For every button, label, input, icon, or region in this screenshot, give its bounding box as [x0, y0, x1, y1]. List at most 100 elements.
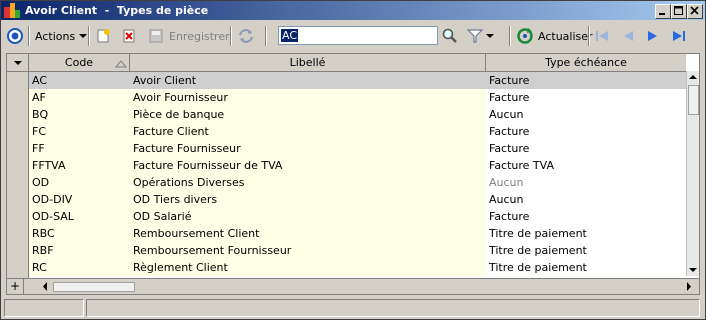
- cell-libelle: Facture Fournisseur de TVA: [133, 159, 283, 172]
- table-row[interactable]: AF Avoir Fournisseur Facture: [29, 89, 686, 106]
- refresh-button[interactable]: Actualiser: [516, 25, 593, 47]
- search-button[interactable]: [441, 25, 459, 47]
- cell-type: Titre de paiement: [489, 227, 587, 240]
- scroll-left-icon[interactable]: [39, 279, 51, 294]
- chevron-down-icon: [13, 61, 22, 65]
- cell-libelle: OD Salarié: [133, 210, 192, 223]
- cell-code: FF: [32, 142, 45, 155]
- save-button[interactable]: Enregistrer: [148, 25, 230, 47]
- column-header-type-echeance[interactable]: Type échéance: [486, 54, 686, 71]
- vertical-scrollbar[interactable]: [686, 71, 699, 276]
- last-icon: [673, 31, 685, 41]
- cell-type: Facture: [489, 91, 530, 104]
- row-selector-header[interactable]: [7, 54, 29, 71]
- cell-code: OD: [32, 176, 50, 189]
- previous-icon: [624, 31, 633, 41]
- maximize-button[interactable]: [671, 4, 687, 19]
- toolbar: Actions Enregistrer AC Actualiser: [1, 23, 705, 49]
- cell-code: AF: [32, 91, 46, 104]
- scroll-up-icon[interactable]: [687, 71, 699, 83]
- cell-libelle: Remboursement Client: [133, 227, 260, 240]
- next-record-button[interactable]: [645, 25, 661, 47]
- data-grid: Code Libellé Type échéance AC Avoir Clien…: [6, 53, 700, 295]
- add-row-button[interactable]: +: [7, 279, 24, 294]
- save-icon: [149, 29, 163, 43]
- grid-header: Code Libellé Type échéance: [7, 54, 686, 72]
- cell-libelle: Avoir Fournisseur: [133, 91, 228, 104]
- save-label: Enregistrer: [169, 29, 230, 43]
- filter-button[interactable]: [466, 25, 494, 47]
- new-record-icon: [97, 29, 110, 43]
- search-input[interactable]: AC: [278, 26, 438, 45]
- sync-button[interactable]: [237, 25, 255, 47]
- cell-libelle: Facture Fournisseur: [133, 142, 241, 155]
- window: Avoir Client - Types de pièce Actions En…: [0, 0, 706, 320]
- app-logo-icon: [4, 3, 20, 19]
- vertical-scroll-thumb[interactable]: [688, 85, 699, 115]
- table-row[interactable]: FF Facture Fournisseur Facture: [29, 140, 686, 157]
- cell-libelle: OD Tiers divers: [133, 193, 218, 206]
- status-bar: [4, 299, 702, 317]
- cell-libelle: Facture Client: [133, 125, 209, 138]
- window-title: Avoir Client - Types de pièce: [25, 4, 209, 17]
- cell-type: Facture: [489, 210, 530, 223]
- table-row[interactable]: BQ Pièce de banque Aucun: [29, 106, 686, 123]
- table-row[interactable]: OD-DIV OD Tiers divers Aucun: [29, 191, 686, 208]
- scroll-down-icon[interactable]: [687, 264, 699, 276]
- cell-code: OD-DIV: [32, 193, 73, 206]
- cell-code: FC: [32, 125, 47, 138]
- filter-icon: [466, 29, 484, 43]
- actions-menu-button[interactable]: Actions: [35, 25, 88, 47]
- table-row[interactable]: OD Opérations Diverses Aucun: [29, 174, 686, 191]
- column-header-code[interactable]: Code: [29, 54, 130, 71]
- actions-label: Actions: [35, 29, 76, 43]
- sort-ascending-icon: [115, 60, 127, 68]
- first-icon: [596, 31, 608, 41]
- cell-libelle: Pièce de banque: [133, 108, 225, 121]
- cell-type: Titre de paiement: [489, 244, 587, 257]
- next-icon: [648, 31, 657, 41]
- cell-code: RBC: [32, 227, 55, 240]
- table-row[interactable]: RC Règlement Client Titre de paiement: [29, 259, 686, 276]
- refresh-icon: [517, 28, 533, 44]
- table-row[interactable]: RBC Remboursement Client Titre de paiement: [29, 225, 686, 242]
- delete-icon: [123, 29, 135, 43]
- search-value: AC: [281, 29, 299, 42]
- scroll-right-icon[interactable]: [683, 279, 695, 294]
- cell-libelle: Opérations Diverses: [133, 176, 245, 189]
- search-icon: [442, 28, 457, 43]
- chevron-down-icon: [486, 34, 494, 38]
- horizontal-scroll-thumb[interactable]: [53, 282, 135, 292]
- last-record-button[interactable]: [671, 25, 687, 47]
- table-row[interactable]: FFTVA Facture Fournisseur de TVA Facture T…: [29, 157, 686, 174]
- circle-menu-button[interactable]: [6, 25, 24, 47]
- status-panel: [4, 299, 84, 317]
- row-selector-column: [7, 72, 29, 294]
- new-record-button[interactable]: [95, 25, 111, 47]
- cell-type: Facture: [489, 142, 530, 155]
- cell-code: BQ: [32, 108, 49, 121]
- cell-type: Facture TVA: [489, 159, 555, 172]
- chevron-down-icon: [79, 34, 88, 38]
- minimize-button[interactable]: [655, 4, 671, 19]
- circle-menu-icon: [7, 28, 23, 44]
- cell-code: RBF: [32, 244, 54, 257]
- cell-type: Aucun: [489, 176, 524, 189]
- refresh-label: Actualiser: [538, 29, 593, 43]
- previous-record-button[interactable]: [620, 25, 636, 47]
- first-record-button[interactable]: [594, 25, 610, 47]
- table-row[interactable]: AC Avoir Client Facture: [29, 72, 686, 89]
- table-row[interactable]: OD-SAL OD Salarié Facture: [29, 208, 686, 225]
- horizontal-scrollbar[interactable]: +: [7, 278, 699, 294]
- column-header-libelle[interactable]: Libellé: [130, 54, 486, 71]
- title-bar: Avoir Client - Types de pièce: [1, 1, 705, 20]
- close-button[interactable]: [687, 4, 703, 19]
- cell-code: OD-SAL: [32, 210, 74, 223]
- cell-code: FFTVA: [32, 159, 66, 172]
- delete-button[interactable]: [121, 25, 137, 47]
- cell-type: Aucun: [489, 108, 524, 121]
- table-row[interactable]: RBF Remboursement Fournisseur Titre de pai…: [29, 242, 686, 259]
- sync-icon: [239, 29, 253, 43]
- table-row[interactable]: FC Facture Client Facture: [29, 123, 686, 140]
- maximize-icon: [674, 6, 683, 15]
